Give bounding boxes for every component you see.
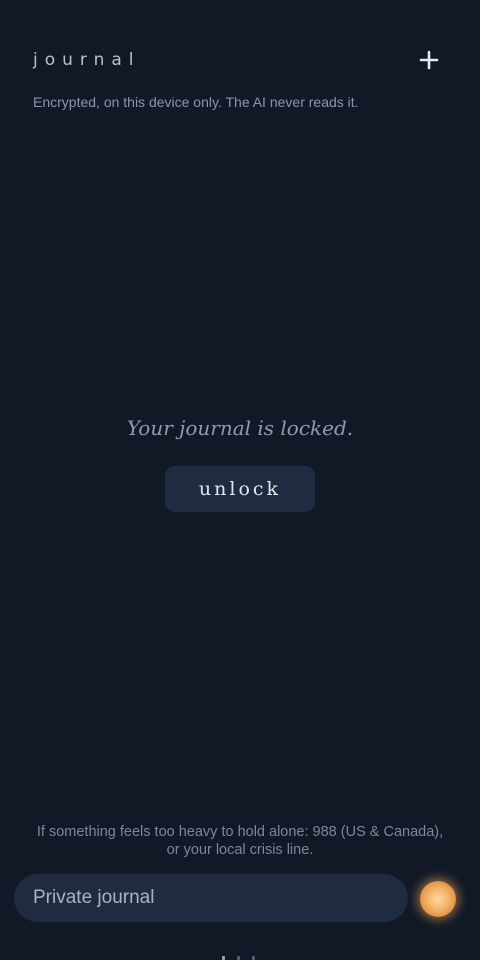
plus-icon — [419, 50, 439, 70]
encryption-subtitle: Encrypted, on this device only. The AI n… — [33, 94, 359, 110]
crisis-note: If something feels too heavy to hold alo… — [20, 823, 460, 859]
page-indicator — [220, 954, 260, 960]
glowing-orb-button[interactable] — [420, 881, 456, 917]
page-dot — [237, 956, 240, 960]
page-dot — [222, 956, 225, 960]
locked-message: Your journal is locked. — [126, 416, 354, 440]
page-dot — [252, 956, 255, 960]
crisis-note-line-2: or your local crisis line. — [166, 842, 314, 858]
crisis-note-line-1: If something feels too heavy to hold alo… — [36, 824, 444, 840]
add-entry-button[interactable] — [414, 45, 444, 75]
header-title: journal — [33, 50, 141, 70]
unlock-button[interactable]: unlock — [165, 466, 315, 512]
journal-input[interactable] — [14, 874, 408, 922]
